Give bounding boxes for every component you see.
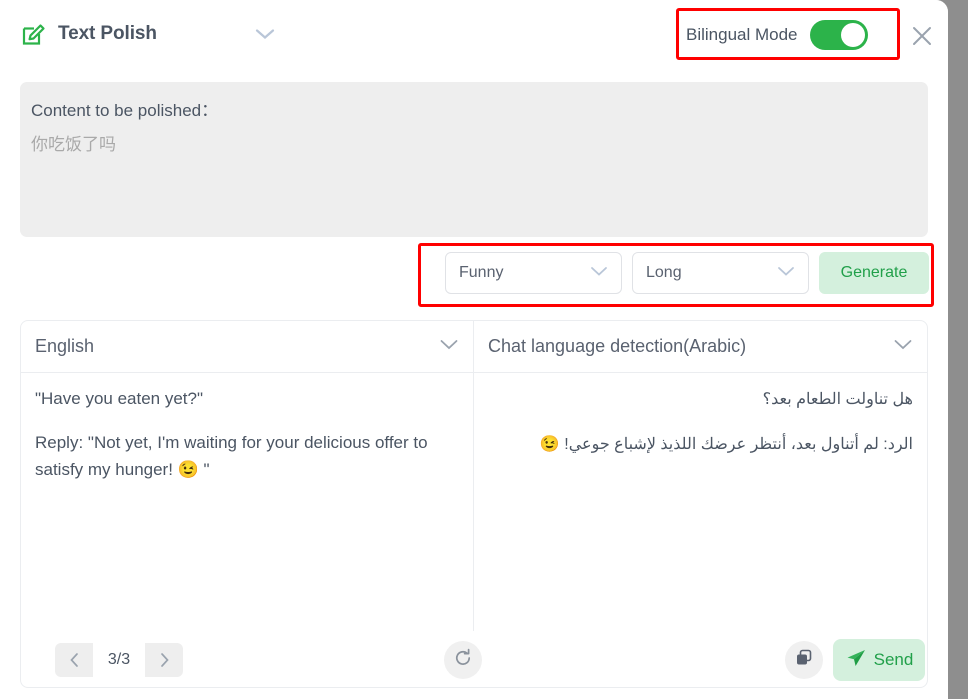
english-language-selector[interactable]: English (21, 321, 473, 373)
regenerate-button[interactable] (444, 641, 482, 679)
chevron-down-icon (893, 338, 913, 356)
result-pane-arabic: Chat language detection(Arabic) هل تناول… (474, 321, 927, 631)
arabic-language-label: Chat language detection(Arabic) (488, 336, 747, 356)
paper-plane-icon (845, 648, 867, 673)
content-input-area[interactable]: Content to be polished： 你吃饭了吗 (20, 82, 928, 237)
result-footer: 3/3 Send (21, 631, 927, 687)
chevron-down-icon (777, 264, 795, 282)
content-input-value: 你吃饭了吗 (31, 135, 116, 154)
result-panes: English "Have you eaten yet?" Reply: "No… (21, 321, 927, 631)
arabic-language-selector[interactable]: Chat language detection(Arabic) (474, 321, 927, 373)
edit-square-icon (21, 21, 47, 47)
window-header: Text Polish Bilingual Mode (0, 0, 948, 72)
result-pane-english: English "Have you eaten yet?" Reply: "No… (21, 321, 474, 631)
copy-button[interactable] (785, 641, 823, 679)
bilingual-mode-toggle[interactable] (809, 20, 868, 50)
chevron-right-icon[interactable] (145, 643, 183, 677)
content-input-label: Content to be polished： (31, 101, 219, 120)
tone-select-value: Funny (459, 264, 504, 281)
length-select-value: Long (646, 264, 682, 281)
toggle-knob (840, 23, 865, 47)
english-paragraph: "Have you eaten yet?" (35, 389, 204, 408)
arabic-paragraph: هل تناولت الطعام بعد؟ (762, 391, 913, 408)
tone-select[interactable]: Funny (445, 252, 622, 294)
close-icon[interactable] (910, 24, 934, 53)
english-language-label: English (35, 336, 95, 356)
bilingual-mode-control[interactable]: Bilingual Mode (686, 20, 868, 50)
english-result-text: "Have you eaten yet?" Reply: "Not yet, I… (21, 373, 473, 483)
refresh-icon (453, 648, 473, 673)
result-card: English "Have you eaten yet?" Reply: "No… (20, 320, 928, 688)
copy-icon (794, 648, 814, 673)
length-select[interactable]: Long (632, 252, 809, 294)
page-title: Text Polish (58, 23, 157, 44)
text-polish-window: Text Polish Bilingual Mode Content to be… (0, 0, 948, 699)
chevron-down-icon (439, 338, 459, 356)
chevron-down-icon (590, 264, 608, 282)
bilingual-mode-label: Bilingual Mode (686, 25, 798, 44)
generate-controls: Funny Long Generate (445, 252, 929, 294)
english-paragraph: Reply: "Not yet, I'm waiting for your de… (35, 433, 428, 479)
generate-button[interactable]: Generate (819, 252, 929, 294)
pagination: 3/3 (55, 643, 183, 677)
send-button[interactable]: Send (833, 639, 925, 681)
send-button-label: Send (873, 650, 914, 669)
arabic-paragraph: الرد: لم أتناول بعد، أنتظر عرضك اللذيذ ل… (539, 436, 913, 454)
page-indicator: 3/3 (93, 643, 145, 677)
chevron-left-icon[interactable] (55, 643, 93, 677)
arabic-result-text: هل تناولت الطعام بعد؟ الرد: لم أتناول بع… (474, 373, 927, 458)
window-title-group: Text Polish (21, 21, 157, 47)
chevron-down-icon[interactable] (254, 27, 276, 46)
